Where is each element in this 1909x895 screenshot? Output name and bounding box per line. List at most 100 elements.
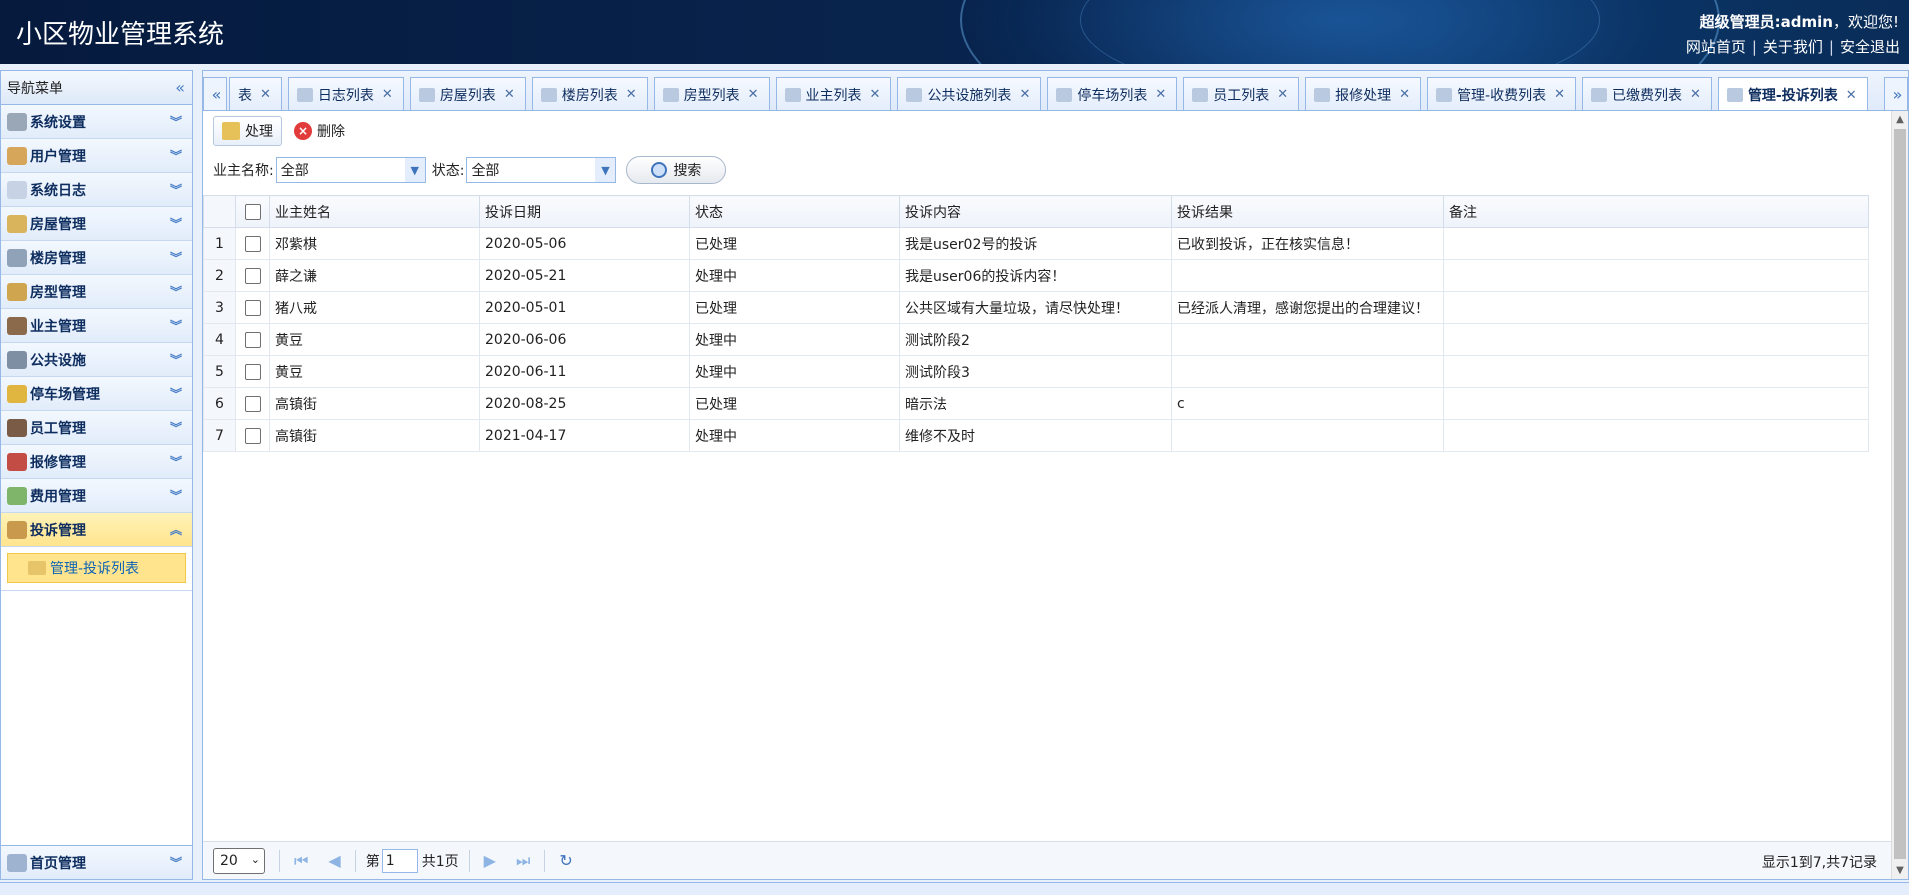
close-icon[interactable]: ✕ — [504, 87, 515, 102]
tab-3[interactable]: 楼房列表 ✕ — [531, 77, 648, 110]
row-checkbox-cell[interactable] — [235, 355, 270, 388]
vertical-scrollbar[interactable]: ▲ ▼ — [1891, 111, 1908, 879]
tab-12[interactable]: 管理-投诉列表 ✕ — [1717, 77, 1868, 110]
scroll-up-icon[interactable]: ▲ — [1892, 111, 1908, 128]
close-icon[interactable]: ✕ — [1846, 88, 1857, 103]
tab-2[interactable]: 房屋列表 ✕ — [409, 77, 526, 110]
nav-item-gear[interactable]: 系统设置 ︾ — [1, 105, 192, 139]
tab-4[interactable]: 房型列表 ✕ — [653, 77, 770, 110]
home-link[interactable]: 网站首页 — [1683, 38, 1749, 56]
page-number-input[interactable]: 1 — [381, 848, 418, 873]
collapse-nav-icon[interactable]: « — [175, 78, 185, 97]
tab-0[interactable]: 表 ✕ — [229, 77, 282, 110]
delete-button[interactable]: × 删除 — [286, 116, 353, 146]
nav-item-house[interactable]: 房屋管理 ︾ — [1, 207, 192, 241]
close-icon[interactable]: ✕ — [748, 87, 759, 102]
status-select[interactable]: 全部 ▼ — [466, 157, 617, 183]
close-icon[interactable]: ✕ — [1019, 87, 1030, 102]
pager-info: 显示1到7,共7记录 — [1761, 855, 1877, 871]
prev-page-icon[interactable]: ◀ — [328, 851, 340, 870]
scroll-thumb[interactable] — [1894, 129, 1906, 859]
nav-item-home-management[interactable]: 首页管理 ︾ — [1, 845, 192, 879]
close-icon[interactable]: ✕ — [1690, 87, 1701, 102]
close-icon[interactable]: ✕ — [626, 87, 637, 102]
about-link[interactable]: 关于我们 — [1760, 38, 1826, 56]
column-header-note[interactable]: 备注 — [1443, 195, 1869, 228]
row-checkbox[interactable] — [244, 427, 261, 444]
close-icon[interactable]: ✕ — [260, 87, 271, 102]
first-page-icon[interactable]: ⏮ — [294, 851, 308, 871]
nav-item-complaint[interactable]: 投诉管理 ︽ — [1, 513, 192, 547]
close-icon[interactable]: ✕ — [1155, 87, 1166, 102]
nav-item-key[interactable]: 停车场管理 ︾ — [1, 377, 192, 411]
tab-6[interactable]: 公共设施列表 ✕ — [897, 77, 1042, 110]
tab-8[interactable]: 员工列表 ✕ — [1183, 77, 1300, 110]
nav-item-repair[interactable]: 报修管理 ︾ — [1, 445, 192, 479]
tab-scroll-right-icon[interactable]: » — [1884, 77, 1908, 110]
nav-item-money[interactable]: 费用管理 ︾ — [1, 479, 192, 513]
tab-1[interactable]: 日志列表 ✕ — [287, 77, 404, 110]
row-checkbox-cell[interactable] — [235, 323, 270, 356]
tab-10[interactable]: 管理-收费列表 ✕ — [1427, 77, 1577, 110]
refresh-icon[interactable]: ↻ — [559, 851, 572, 870]
table-row[interactable]: 6 高镇街 2020-08-25 已处理 暗示法 c — [203, 387, 1869, 420]
row-checkbox[interactable] — [244, 331, 261, 348]
scroll-down-icon[interactable]: ▼ — [1892, 862, 1908, 879]
nav-item-house-type[interactable]: 房型管理 ︾ — [1, 275, 192, 309]
nav-item-building[interactable]: 楼房管理 ︾ — [1, 241, 192, 275]
column-header-result[interactable]: 投诉结果 — [1171, 195, 1444, 228]
content-cell: 维修不及时 — [899, 419, 1172, 452]
last-page-icon[interactable]: ⏭ — [516, 851, 530, 871]
owner-select[interactable]: 全部 ▼ — [275, 157, 426, 183]
tab-7[interactable]: 停车场列表 ✕ — [1047, 77, 1178, 110]
result-cell: 已收到投诉，正在核实信息！ — [1171, 227, 1444, 260]
row-checkbox-cell[interactable] — [235, 227, 270, 260]
column-header-content[interactable]: 投诉内容 — [899, 195, 1172, 228]
column-header-owner-name[interactable]: 业主姓名 — [269, 195, 480, 228]
close-icon[interactable]: ✕ — [382, 87, 393, 102]
nav-item-log[interactable]: 系统日志 ︾ — [1, 173, 192, 207]
nav-item-tools[interactable]: 公共设施 ︾ — [1, 343, 192, 377]
nav-item-employee[interactable]: 员工管理 ︾ — [1, 411, 192, 445]
close-icon[interactable]: ✕ — [1554, 87, 1565, 102]
nav-item-users[interactable]: 用户管理 ︾ — [1, 139, 192, 173]
row-number-header — [203, 195, 236, 228]
close-icon[interactable]: ✕ — [870, 87, 881, 102]
tab-11[interactable]: 已缴费列表 ✕ — [1582, 77, 1712, 110]
table-row[interactable]: 5 黄豆 2020-06-11 处理中 测试阶段3 — [203, 355, 1869, 388]
column-header-status[interactable]: 状态 — [689, 195, 900, 228]
column-header-complaint-date[interactable]: 投诉日期 — [479, 195, 690, 228]
table-row[interactable]: 2 薛之谦 2020-05-21 处理中 我是user06的投诉内容！ — [203, 259, 1869, 292]
close-icon[interactable]: ✕ — [1277, 87, 1288, 102]
process-button[interactable]: 处理 — [213, 116, 282, 146]
tab-9[interactable]: 报修处理 ✕ — [1305, 77, 1422, 110]
chevron-down-icon[interactable]: ▼ — [404, 158, 425, 182]
tab-5[interactable]: 业主列表 ✕ — [775, 77, 892, 110]
tab-scroll-left-icon[interactable]: « — [203, 77, 227, 110]
row-checkbox[interactable] — [244, 299, 261, 316]
close-icon[interactable]: ✕ — [1399, 87, 1410, 102]
row-checkbox[interactable] — [244, 235, 261, 252]
row-checkbox-cell[interactable] — [235, 291, 270, 324]
nav-sub-item-complaint-list[interactable]: 管理-投诉列表 — [7, 553, 186, 583]
search-button[interactable]: 搜索 — [626, 156, 727, 184]
next-page-icon[interactable]: ▶ — [484, 851, 496, 870]
row-checkbox[interactable] — [244, 395, 261, 412]
select-all-checkbox[interactable] — [244, 203, 261, 220]
nav-item-label: 用户管理 — [30, 148, 86, 165]
nav-sub-list: 管理-投诉列表 — [1, 547, 192, 591]
table-row[interactable]: 1 邓紫棋 2020-05-06 已处理 我是user02号的投诉 已收到投诉，正在核实信… — [203, 227, 1869, 260]
table-row[interactable]: 7 高镇街 2021-04-17 处理中 维修不及时 — [203, 419, 1869, 452]
chevron-down-icon[interactable]: ▼ — [595, 158, 616, 182]
row-checkbox[interactable] — [244, 363, 261, 380]
select-all-checkbox-cell[interactable] — [235, 195, 270, 228]
logout-link[interactable]: 安全退出 — [1837, 38, 1903, 56]
page-size-select[interactable]: 20 ⌄ — [213, 847, 265, 874]
row-checkbox[interactable] — [244, 267, 261, 284]
nav-item-owner[interactable]: 业主管理 ︾ — [1, 309, 192, 343]
row-checkbox-cell[interactable] — [235, 387, 270, 420]
row-checkbox-cell[interactable] — [235, 259, 270, 292]
row-checkbox-cell[interactable] — [235, 419, 270, 452]
table-row[interactable]: 4 黄豆 2020-06-06 处理中 测试阶段2 — [203, 323, 1869, 356]
table-row[interactable]: 3 猪八戒 2020-05-01 已处理 公共区域有大量垃圾，请尽快处理！ 已经派人清理，… — [203, 291, 1869, 324]
